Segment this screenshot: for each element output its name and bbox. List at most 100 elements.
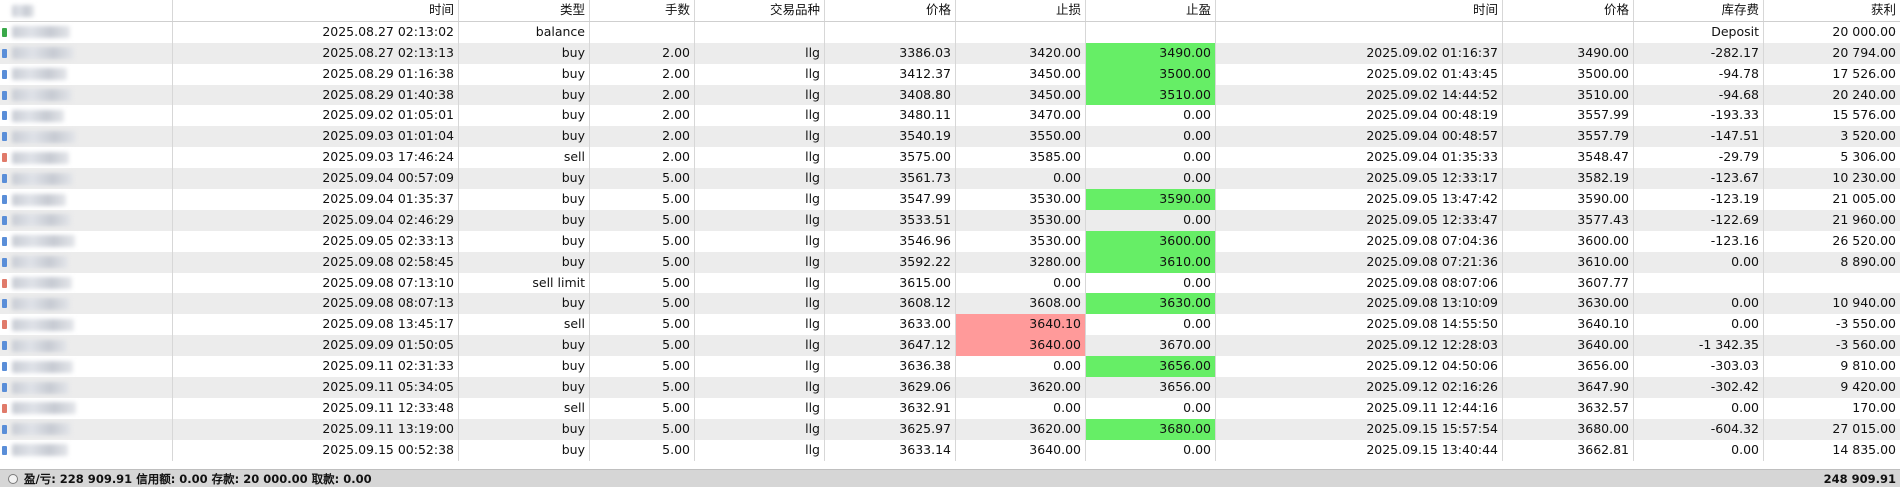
sell-order-icon (2, 320, 7, 330)
stop-loss-cell: 0.00 (956, 397, 1086, 419)
column-header-volume[interactable]: 手数 (590, 0, 695, 21)
symbol-cell: llg (695, 377, 825, 398)
open-time-cell: 2025.09.11 12:33:48 (173, 397, 459, 419)
redacted-ticket (12, 360, 73, 373)
ticket-cell (0, 84, 173, 106)
table-row[interactable]: 2025.09.02 01:05:01 buy 2.00 llg 3480.11 3470… (0, 105, 1900, 127)
volume-cell: 5.00 (590, 397, 695, 419)
table-row[interactable]: 2025.09.08 02:58:45 buy 5.00 llg 3592.22 3280… (0, 251, 1900, 273)
type-cell: balance (459, 21, 590, 43)
redacted-ticket (12, 235, 75, 248)
table-row[interactable]: 2025.08.29 01:40:38 buy 2.00 llg 3408.80 3450… (0, 84, 1900, 106)
close-time-cell: 2025.09.11 12:44:16 (1216, 397, 1503, 419)
column-header-symbol[interactable]: 交易品种 (695, 0, 825, 21)
close-price-cell: 3647.90 (1503, 377, 1634, 398)
column-header-price[interactable]: 价格 (825, 0, 956, 21)
redacted-ticket (12, 109, 64, 122)
stop-loss-cell: 3608.00 (956, 293, 1086, 315)
column-header-time[interactable]: 时间 (173, 0, 459, 21)
open-price-cell: 3647.12 (825, 335, 956, 357)
close-price-cell: 3590.00 (1503, 189, 1634, 210)
table-row[interactable]: 2025.08.29 01:16:38 buy 2.00 llg 3412.37 3450… (0, 63, 1900, 85)
symbol-cell: llg (695, 63, 825, 85)
stop-loss-cell: 3620.00 (956, 418, 1086, 440)
take-profit-cell: 0.00 (1086, 168, 1216, 190)
table-row[interactable]: 2025.09.08 07:13:10 sell limit 5.00 llg 3615… (0, 272, 1900, 294)
volume-cell: 2.00 (590, 84, 695, 106)
table-row[interactable]: 2025.09.11 05:34:05 buy 5.00 llg 3629.06 3620… (0, 377, 1900, 398)
open-price-cell: 3547.99 (825, 189, 956, 210)
ticket-cell (0, 356, 173, 378)
redacted-ticket (12, 423, 71, 436)
open-time-cell: 2025.08.29 01:40:38 (173, 84, 459, 106)
open-price-cell: 3633.14 (825, 439, 956, 461)
close-time-cell: 2025.09.04 00:48:57 (1216, 126, 1503, 148)
close-price-cell: 3600.00 (1503, 230, 1634, 252)
redacted-ticket (12, 193, 66, 206)
table-row[interactable]: 2025.09.08 08:07:13 buy 5.00 llg 3608.12 3608… (0, 293, 1900, 315)
ticket-cell (0, 335, 173, 357)
symbol-cell: llg (695, 356, 825, 378)
close-time-cell: 2025.09.12 02:16:26 (1216, 377, 1503, 398)
redacted-ticket (12, 172, 73, 185)
table-row[interactable]: 2025.09.11 02:31:33 buy 5.00 llg 3636.38 0.00… (0, 356, 1900, 378)
table-row[interactable]: 2025.09.11 13:19:00 buy 5.00 llg 3625.97 3620… (0, 418, 1900, 440)
column-header-close-price[interactable]: 价格 (1503, 0, 1634, 21)
sell-order-icon (2, 153, 7, 163)
table-row[interactable]: 2025.09.15 00:52:38 buy 5.00 llg 3633.14 3640… (0, 439, 1900, 461)
table-row[interactable]: 2025.09.04 00:57:09 buy 5.00 llg 3561.73 0.00… (0, 168, 1900, 190)
column-header-stop-loss[interactable]: 止损 (956, 0, 1086, 21)
table-row[interactable]: 2025.09.08 13:45:17 sell 5.00 llg 3633.00 364… (0, 314, 1900, 336)
close-time-cell: 2025.09.08 14:55:50 (1216, 314, 1503, 336)
volume-cell: 5.00 (590, 335, 695, 357)
buy-order-icon (2, 90, 7, 100)
take-profit-cell: 0.00 (1086, 105, 1216, 127)
redacted-ticket (12, 256, 68, 269)
table-row[interactable]: 2025.09.03 01:01:04 buy 2.00 llg 3540.19 3550… (0, 126, 1900, 148)
table-row[interactable]: 2025.09.05 02:33:13 buy 5.00 llg 3546.96 3530… (0, 230, 1900, 252)
symbol-cell: llg (695, 251, 825, 273)
volume-cell: 5.00 (590, 377, 695, 398)
stop-loss-cell: 0.00 (956, 168, 1086, 190)
swap-cell: -303.03 (1634, 356, 1764, 378)
column-header-swap[interactable]: 库存费 (1634, 0, 1764, 21)
balance-icon (2, 27, 7, 37)
buy-order-icon (2, 383, 7, 393)
table-row[interactable]: 2025.08.27 02:13:02 balance Deposit 20 000.… (0, 21, 1900, 43)
profit-cell: 8 890.00 (1840, 253, 1896, 269)
table-row[interactable]: 2025.09.09 01:50:05 buy 5.00 llg 3647.12 3640… (0, 335, 1900, 357)
open-time-cell: 2025.09.15 00:52:38 (173, 439, 459, 461)
status-total: 248 909.91 (1823, 471, 1896, 486)
close-time-cell: 2025.09.05 12:33:47 (1216, 209, 1503, 231)
table-row[interactable]: 2025.09.04 02:46:29 buy 5.00 llg 3533.51 3530… (0, 209, 1900, 231)
table-row[interactable]: 2025.08.27 02:13:13 buy 2.00 llg 3386.03 3420… (0, 42, 1900, 64)
column-header-type[interactable]: 类型 (459, 0, 590, 21)
profit-cell: 20 000.00 (1832, 23, 1896, 39)
table-row[interactable]: 2025.09.03 17:46:24 sell 2.00 llg 3575.00 358… (0, 147, 1900, 169)
close-price-cell: 3680.00 (1503, 418, 1634, 440)
volume-cell: 5.00 (590, 209, 695, 231)
profit-cell: 20 240.00 (1832, 86, 1896, 102)
stop-loss-cell: 0.00 (956, 356, 1086, 378)
column-header-id[interactable] (0, 0, 173, 21)
table-row[interactable]: 2025.09.04 01:35:37 buy 5.00 llg 3547.99 3530… (0, 189, 1900, 210)
ticket-cell (0, 209, 173, 231)
open-time-cell: 2025.09.11 13:19:00 (173, 418, 459, 440)
open-time-cell: 2025.09.09 01:50:05 (173, 335, 459, 357)
close-price-cell: 3632.57 (1503, 397, 1634, 419)
open-price-cell: 3386.03 (825, 42, 956, 64)
column-header-profit[interactable]: 获利 (1764, 0, 1900, 21)
swap-cell: Deposit (1634, 21, 1764, 43)
column-header-close-time[interactable]: 时间 (1216, 0, 1503, 21)
close-price-cell: 3582.19 (1503, 168, 1634, 190)
volume-cell: 5.00 (590, 356, 695, 378)
type-cell: buy (459, 335, 590, 357)
buy-order-icon (2, 257, 7, 267)
table-row[interactable]: 2025.09.11 12:33:48 sell 5.00 llg 3632.91 0.0… (0, 397, 1900, 419)
column-header-take-profit[interactable]: 止盈 (1086, 0, 1216, 21)
profit-cell: 20 794.00 (1832, 44, 1896, 60)
open-time-cell: 2025.09.04 02:46:29 (173, 209, 459, 231)
volume-cell: 2.00 (590, 147, 695, 169)
open-price-cell: 3632.91 (825, 397, 956, 419)
close-time-cell: 2025.09.12 04:50:06 (1216, 356, 1503, 378)
